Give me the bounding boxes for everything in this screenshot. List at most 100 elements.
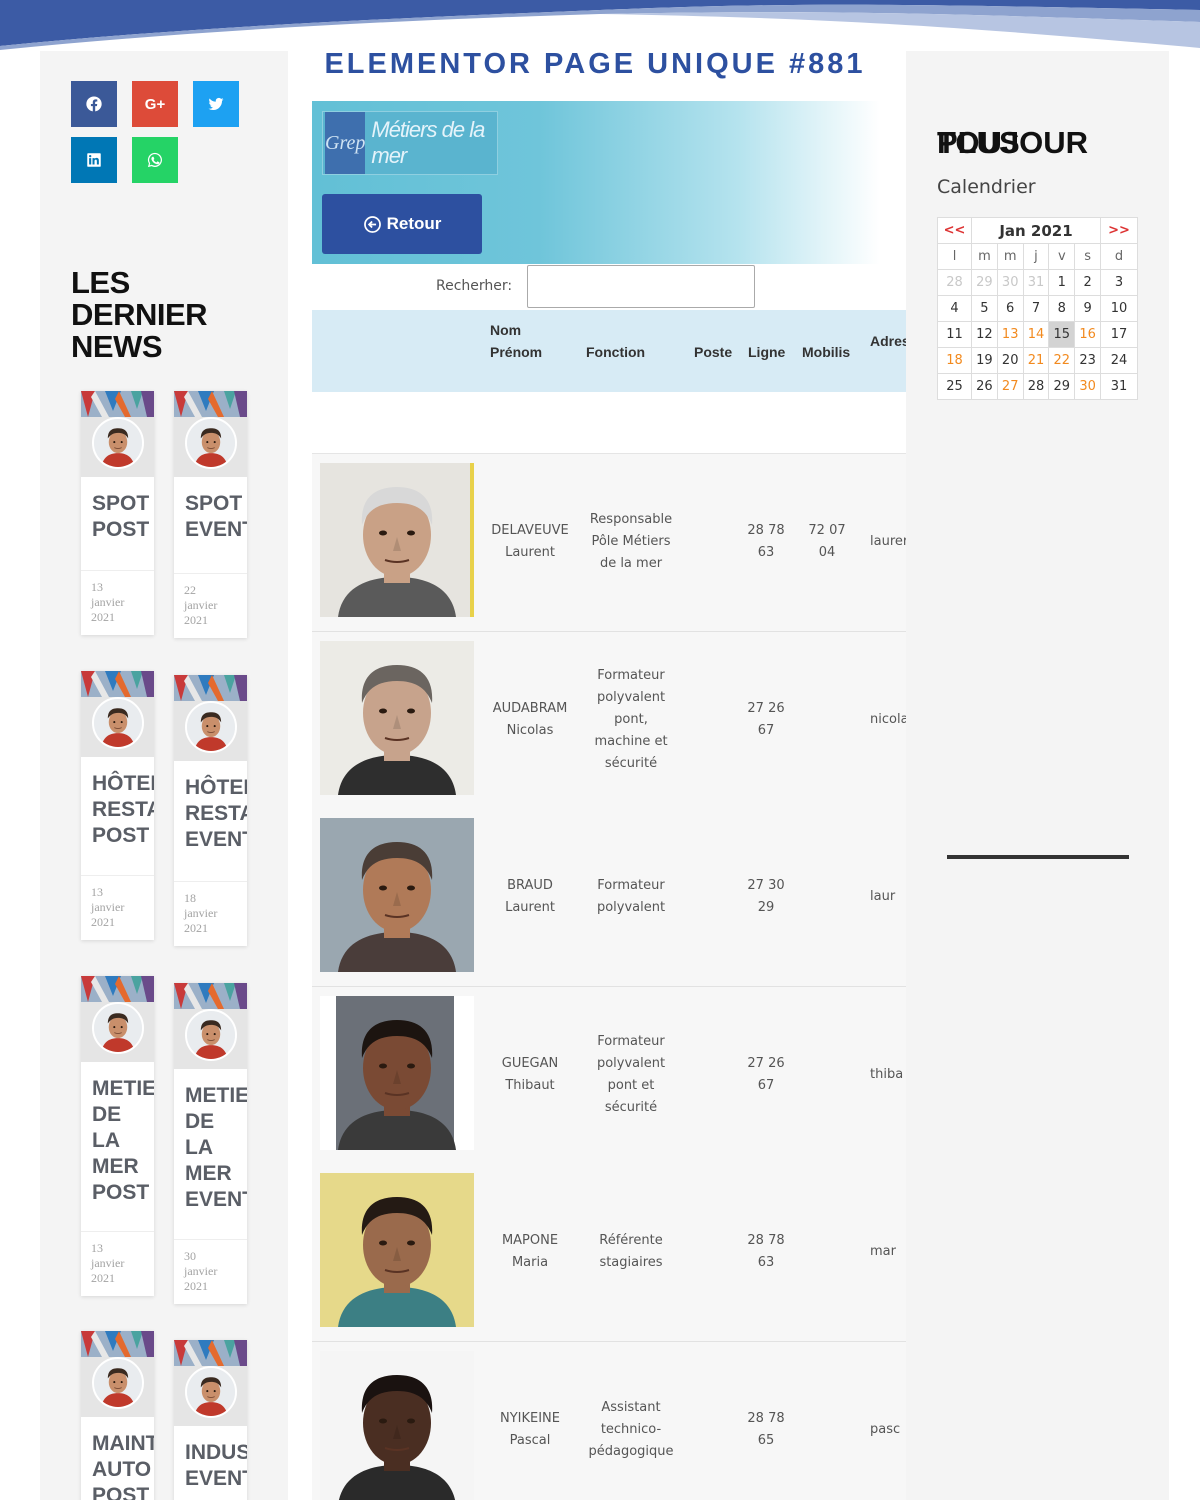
calendar-day[interactable]: 31 (1022, 269, 1050, 296)
card-thumbnail[interactable] (174, 1340, 247, 1426)
header-nom-prenom[interactable]: Nom Prénom (490, 319, 542, 363)
news-card[interactable]: METIE DE LA MER POST 13 janvier 2021 (81, 976, 154, 1296)
calendar-day[interactable]: 25 (937, 373, 972, 400)
card-thumbnail[interactable] (174, 983, 247, 1069)
news-card[interactable]: METIEDELAMEREVENT 30janvier2021 (174, 983, 247, 1304)
calendar-day[interactable]: 13 (996, 321, 1024, 348)
calendar-day[interactable]: 8 (1048, 295, 1076, 322)
cell-adresse[interactable]: nicola (870, 709, 906, 731)
author-avatar-image (187, 1368, 235, 1416)
calendar-day[interactable]: 12 (971, 321, 998, 348)
card-title[interactable]: HÔTELRESTAPOST (81, 757, 154, 849)
card-title[interactable]: METIE DE LA MER POST (81, 1062, 154, 1206)
back-button-label: Retour (386, 214, 442, 233)
card-title[interactable]: MAINT AUTO POST (81, 1417, 154, 1500)
calendar-day[interactable]: 5 (971, 295, 998, 322)
calendar-day[interactable]: 29 (971, 269, 998, 296)
calendar-day[interactable]: 3 (1100, 269, 1138, 296)
card-thumbnail[interactable] (81, 1331, 154, 1417)
news-card[interactable]: INDUSEVENT (174, 1340, 247, 1500)
news-card[interactable]: HÔTELRESTAEVENT 18janvier2021 (174, 675, 247, 946)
cell-adresse[interactable]: laurer (870, 531, 906, 553)
calendar-day[interactable]: 30 (996, 269, 1024, 296)
calendar-prev-button[interactable]: << (937, 217, 972, 244)
calendar-day[interactable]: 7 (1022, 295, 1050, 322)
calendar-day[interactable]: 6 (996, 295, 1024, 322)
calendar-day[interactable]: 16 (1074, 321, 1101, 348)
calendar-day[interactable]: 30 (1074, 373, 1101, 400)
page: G+ LES DERNIER NEWS SPOT POST 13 janvier 202… (0, 0, 1200, 1500)
calendar-day[interactable]: 20 (996, 347, 1024, 374)
cell-adresse[interactable]: laur (870, 886, 906, 908)
header-ligne[interactable]: Ligne (748, 341, 785, 363)
header-fonction[interactable]: Fonction (586, 341, 645, 363)
cell-adresse[interactable]: pasc (870, 1419, 906, 1441)
calendar-day[interactable]: 18 (937, 347, 972, 374)
card-title[interactable]: SPOT POST (81, 477, 154, 543)
calendar-day[interactable]: 24 (1100, 347, 1138, 374)
divider (947, 855, 1129, 859)
card-title[interactable]: SPOTEVENT (174, 477, 247, 543)
share-linkedin-button[interactable] (71, 137, 117, 183)
calendar-day[interactable]: 15 (1048, 321, 1076, 348)
news-card[interactable]: SPOTEVENT 22janvier2021 (174, 391, 247, 638)
header-mobilis[interactable]: Mobilis (802, 341, 850, 363)
calendar-dayname: d (1100, 243, 1138, 270)
cell-ligne: 28 78 65 (747, 1410, 785, 1448)
calendar-day[interactable]: 11 (937, 321, 972, 348)
cell-ligne: 28 78 63 (747, 1233, 785, 1270)
cell-fonction: Référente stagiaires (599, 1233, 663, 1270)
share-whatsapp-button[interactable] (132, 137, 178, 183)
header-poste[interactable]: Poste (694, 341, 732, 363)
calendar-day[interactable]: 22 (1048, 347, 1076, 374)
share-facebook-button[interactable] (71, 81, 117, 127)
right-sidebar: TOUJOUR PLUS Calendrier << Jan 2021 >> l… (906, 51, 1169, 1500)
calendar-day[interactable]: 17 (1100, 321, 1138, 348)
calendar-day[interactable]: 28 (937, 269, 972, 296)
calendar-day[interactable]: 26 (971, 373, 998, 400)
news-card[interactable]: MAINT AUTO POST (81, 1331, 154, 1500)
calendar-next-button[interactable]: >> (1100, 217, 1138, 244)
card-thumbnail[interactable] (81, 391, 154, 477)
card-thumbnail[interactable] (174, 391, 247, 477)
share-twitter-button[interactable] (193, 81, 239, 127)
card-thumbnail[interactable] (174, 675, 247, 761)
search-input[interactable] (527, 265, 755, 308)
calendar-day[interactable]: 14 (1022, 321, 1050, 348)
share-google-plus-button[interactable]: G+ (132, 81, 178, 127)
card-date: 22 janvier 2021 (174, 573, 247, 638)
calendar-day[interactable]: 23 (1074, 347, 1101, 374)
header-adresse[interactable]: Adres (870, 330, 906, 352)
card-title[interactable]: METIEDELAMEREVENT (174, 1069, 247, 1213)
calendar-day[interactable]: 10 (1100, 295, 1138, 322)
card-title[interactable]: HÔTELRESTAEVENT (174, 761, 247, 853)
cell-ligne: 27 26 67 (747, 700, 785, 738)
calendar-week: 4 5 6 7 8 9 10 (937, 295, 1138, 322)
cell-adresse[interactable]: mar (870, 1241, 906, 1263)
right-sidebar-title: TOUJOUR PLUS (937, 125, 1147, 165)
calendar-day[interactable]: 1 (1048, 269, 1076, 296)
card-thumbnail[interactable] (81, 671, 154, 757)
news-card[interactable]: SPOT POST 13 janvier 2021 (81, 391, 154, 635)
table-row: NYIKEINE Pascal Assistant technico-pédagogi… (312, 1341, 906, 1500)
calendar-dayname: v (1048, 243, 1076, 270)
news-card[interactable]: HÔTELRESTAPOST 13janvier2021 (81, 671, 154, 940)
calendar-day[interactable]: 21 (1022, 347, 1050, 374)
calendar-day[interactable]: 19 (971, 347, 998, 374)
calendar-day[interactable]: 2 (1074, 269, 1101, 296)
avatar (185, 1366, 237, 1418)
calendar-day[interactable]: 4 (937, 295, 972, 322)
calendar-day[interactable]: 31 (1100, 373, 1138, 400)
author-avatar-image (187, 419, 235, 467)
card-date: 13 janvier 2021 (81, 875, 154, 940)
calendar-day[interactable]: 28 (1022, 373, 1050, 400)
cell-adresse[interactable]: thiba (870, 1064, 906, 1086)
back-button[interactable]: Retour (322, 194, 482, 254)
card-title[interactable]: INDUSEVENT (174, 1426, 247, 1492)
card-thumbnail[interactable] (81, 976, 154, 1062)
author-avatar-image (187, 703, 235, 751)
calendar-day[interactable]: 29 (1048, 373, 1076, 400)
calendar-day[interactable]: 27 (996, 373, 1024, 400)
page-title: ELEMENTOR PAGE UNIQUE #881 (324, 48, 866, 80)
calendar-day[interactable]: 9 (1074, 295, 1101, 322)
